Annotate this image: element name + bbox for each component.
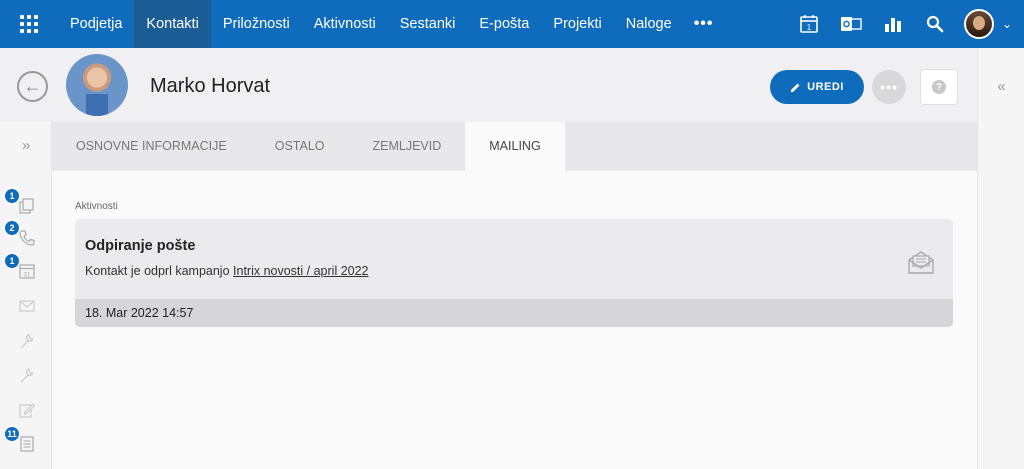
left-rail: » 1 2 1 31 11 [0, 122, 52, 469]
nav-item-naloge[interactable]: Naloge [614, 0, 684, 48]
envelope-icon [19, 300, 35, 312]
svg-text:31: 31 [23, 272, 31, 279]
more-options-button[interactable]: ••• [872, 70, 906, 104]
activity-description: Kontakt je odprl kampanjo Intrix novosti… [85, 264, 369, 278]
phone-icon [19, 230, 35, 246]
nav-item-kontakti[interactable]: Kontakti [134, 0, 211, 48]
search-icon[interactable] [914, 0, 956, 48]
nav-item-podjetja[interactable]: Podjetja [58, 0, 134, 48]
calls-count-badge: 2 [4, 220, 20, 236]
wrench-icon [20, 334, 34, 349]
nav-item-aktivnosti[interactable]: Aktivnosti [302, 0, 388, 48]
top-navigation: Podjetja Kontakti Priložnosti Aktivnosti… [0, 0, 1024, 48]
rail-documents[interactable]: 1 [4, 188, 37, 216]
notes-count-badge: 11 [4, 426, 20, 442]
nav-right-tools: 1 ⌄ [788, 0, 1024, 48]
calendar-count-badge: 1 [4, 253, 20, 269]
help-button[interactable]: ? [920, 69, 958, 105]
nav-item-projekti[interactable]: Projekti [541, 0, 613, 48]
arrow-left-icon: ← [23, 76, 42, 96]
nav-item-prilooznosti[interactable]: Priložnosti [211, 0, 302, 48]
campaign-link[interactable]: Intrix novosti / april 2022 [233, 264, 369, 278]
calendar-icon: 31 [19, 264, 35, 279]
activity-footer: 18. Mar 2022 14:57 [75, 299, 953, 327]
documents-icon [19, 198, 34, 214]
contact-avatar [66, 54, 128, 116]
wrench-icon [20, 368, 34, 383]
edit-icon [19, 403, 36, 418]
rail-service[interactable] [17, 332, 37, 352]
tab-osnovne-informacije[interactable]: OSNOVNE INFORMACIJE [52, 122, 251, 171]
rail-notes[interactable]: 11 [4, 426, 37, 454]
help-icon: ? [932, 80, 946, 94]
contact-header: ← Marko Horvat UREDI ••• ? [0, 48, 977, 122]
calendar-icon[interactable]: 1 [788, 0, 830, 48]
chevron-down-icon[interactable]: ⌄ [1002, 17, 1012, 31]
main-content: Aktivnosti Odpiranje pošte Kontakt je od… [52, 171, 977, 469]
rail-edit[interactable] [17, 400, 37, 420]
nav-more-button[interactable]: ••• [684, 15, 724, 33]
tab-mailing[interactable]: MAILING [465, 122, 565, 171]
activity-description-text: Kontakt je odprl kampanjo [85, 264, 234, 278]
rail-email[interactable] [17, 296, 37, 316]
right-rail: « [977, 48, 1024, 469]
activity-card[interactable]: Odpiranje pošte Kontakt je odprl kampanj… [75, 219, 953, 327]
grid-icon [20, 15, 38, 33]
contact-name: Marko Horvat [150, 75, 271, 97]
documents-count-badge: 1 [4, 188, 20, 204]
section-label: Aktivnosti [75, 201, 118, 212]
reports-icon[interactable] [872, 0, 914, 48]
open-envelope-icon [908, 251, 934, 274]
outlook-icon[interactable] [830, 0, 872, 48]
back-button[interactable]: ← [17, 71, 48, 102]
rail-calendar[interactable]: 1 31 [4, 253, 37, 281]
nav-item-eposta[interactable]: E-pošta [467, 0, 541, 48]
contact-tabs: OSNOVNE INFORMACIJE OSTALO ZEMLJEVID MAI… [52, 122, 977, 171]
rail-calls[interactable]: 2 [4, 220, 37, 248]
pencil-icon [791, 83, 800, 92]
activity-title: Odpiranje pošte [85, 238, 196, 254]
nav-items: Podjetja Kontakti Priložnosti Aktivnosti… [58, 0, 724, 48]
svg-text:1: 1 [807, 23, 812, 32]
rail-tools[interactable] [17, 366, 37, 386]
double-chevron-right-icon[interactable]: » [0, 137, 52, 154]
notes-icon [20, 436, 34, 452]
app-launcher-button[interactable] [0, 0, 58, 48]
edit-button-label: UREDI [807, 81, 844, 93]
user-avatar[interactable] [963, 9, 994, 39]
activity-date: 18. Mar 2022 14:57 [85, 306, 194, 320]
double-chevron-left-icon[interactable]: « [978, 78, 1024, 95]
nav-item-sestanki[interactable]: Sestanki [388, 0, 468, 48]
edit-button[interactable]: UREDI [770, 70, 864, 104]
tab-zemljevid[interactable]: ZEMLJEVID [349, 122, 466, 171]
tab-ostalo[interactable]: OSTALO [251, 122, 349, 171]
